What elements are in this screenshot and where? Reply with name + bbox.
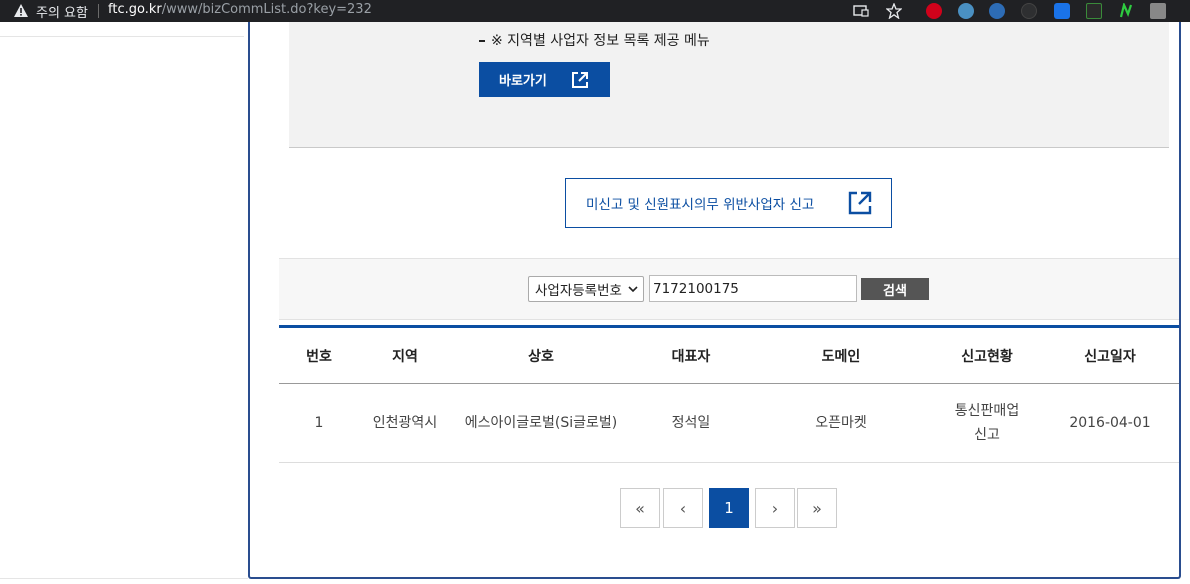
table-header: 번호 지역 상호 대표자 도메인 신고현황 신고일자 [279, 328, 1179, 384]
cell-company: 에스아이글로벌(Si글로벌) [464, 415, 618, 431]
cell-domain: 오픈마켓 [815, 415, 867, 431]
search-type-value: 사업자등록번호 [535, 283, 622, 299]
header-report-date: 신고일자 [1084, 348, 1136, 365]
next-page-button[interactable]: › [755, 488, 795, 528]
bookmark-star-icon[interactable] [886, 3, 902, 19]
external-link-icon [572, 72, 588, 88]
n-extension-icon[interactable] [1118, 3, 1134, 19]
header-company: 상호 [528, 348, 554, 365]
chevron-down-icon [628, 286, 638, 293]
warning-icon [14, 4, 28, 17]
go-button[interactable]: 바로가기 [479, 62, 610, 97]
url-field[interactable]: ftc.go.kr/www/bizCommList.do?key=232 [108, 2, 372, 17]
cell-report-status: 통신판매업 신고 [954, 403, 1020, 443]
bullet-dash [479, 40, 485, 42]
footer-divider [0, 578, 248, 579]
panel-extension-icon[interactable] [1150, 3, 1166, 19]
go-button-label: 바로가기 [499, 74, 547, 89]
cell-representative: 정석일 [671, 415, 711, 431]
page-1-button[interactable]: 1 [709, 488, 749, 528]
search-type-select[interactable]: 사업자등록번호 [528, 276, 644, 302]
first-page-button[interactable]: « [620, 488, 660, 528]
address-separator [98, 4, 99, 18]
prev-page-button[interactable]: ‹ [663, 488, 703, 528]
last-page-button[interactable]: » [797, 488, 837, 528]
cell-number: 1 [314, 415, 324, 431]
header-region: 지역 [392, 348, 418, 365]
cell-report-date: 2016-04-01 [1069, 415, 1151, 431]
translate-extension-icon[interactable] [1054, 3, 1070, 19]
search-button[interactable]: 검색 [861, 278, 929, 300]
search-input[interactable] [649, 275, 857, 302]
url-domain: ftc.go.kr [108, 2, 162, 17]
cell-region: 인천광역시 [372, 415, 438, 431]
report-violation-button[interactable]: 미신고 및 신원표시의무 위반사업자 신고 [565, 178, 892, 228]
table-row[interactable]: 1 인천광역시 에스아이글로벌(Si글로벌) 정석일 오픈마켓 통신판매업 신고… [279, 384, 1179, 463]
globe-extension-icon[interactable] [958, 3, 974, 19]
info-note-text: ※ 지역별 사업자 정보 목록 제공 메뉴 [491, 33, 710, 49]
report-violation-label: 미신고 및 신원표시의무 위반사업자 신고 [586, 197, 815, 213]
header-number: 번호 [306, 348, 332, 365]
earth-extension-icon[interactable] [989, 3, 1005, 19]
browser-address-bar: 주의 요함 ftc.go.kr/www/bizCommList.do?key=2… [0, 0, 1190, 22]
cast-icon[interactable] [853, 3, 869, 19]
info-box [289, 22, 1169, 148]
adblock-extension-icon[interactable] [926, 3, 942, 19]
external-link-icon [848, 191, 872, 215]
dark-extension-icon[interactable] [1021, 3, 1037, 19]
header-domain: 도메인 [821, 348, 861, 365]
info-note: ※ 지역별 사업자 정보 목록 제공 메뉴 [479, 30, 710, 50]
security-status-label[interactable]: 주의 요함 [36, 2, 88, 21]
header-representative: 대표자 [671, 348, 711, 365]
header-report-status: 신고현황 [961, 348, 1013, 365]
sidebar-divider [0, 36, 244, 37]
flag-extension-icon[interactable] [1086, 3, 1102, 19]
url-path: /www/bizCommList.do?key=232 [161, 2, 372, 17]
